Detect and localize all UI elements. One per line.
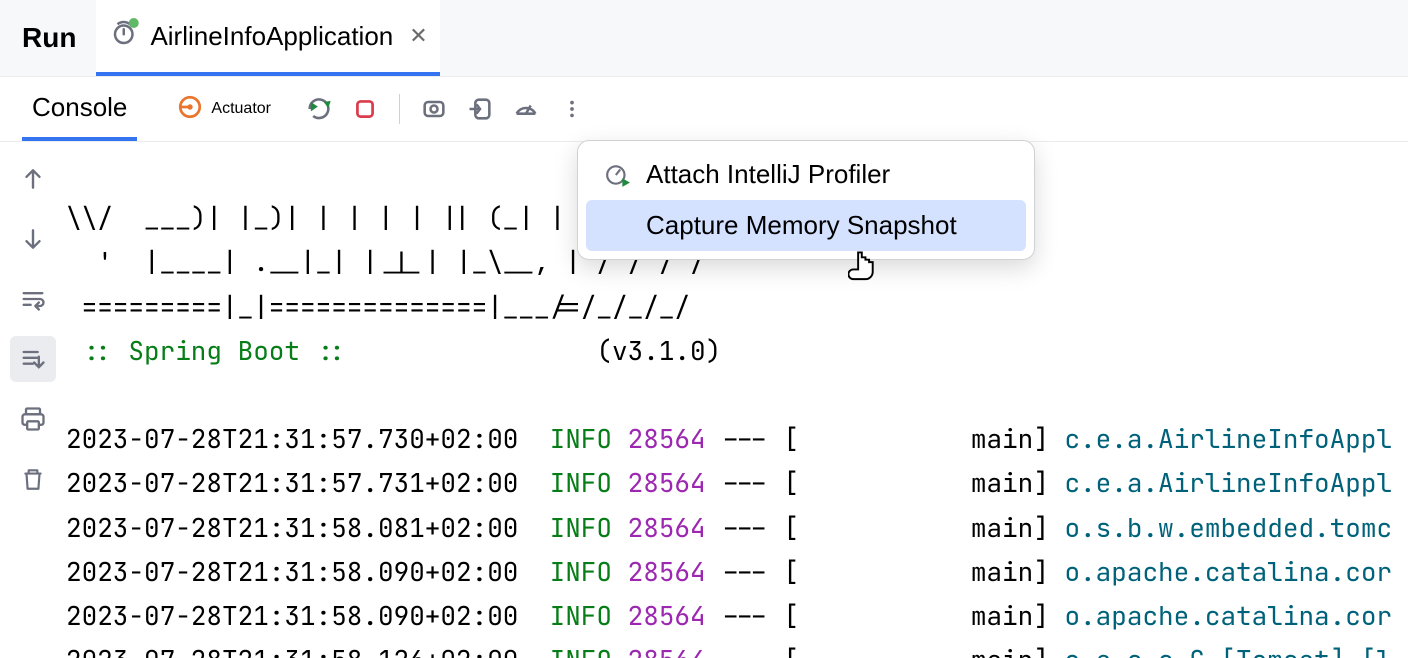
- clear-button[interactable]: [10, 456, 56, 502]
- profiler-popup: Attach IntelliJ Profiler Capture Memory …: [577, 140, 1035, 260]
- actuator-label: Actuator: [211, 100, 271, 118]
- attach-profiler-icon: [604, 162, 632, 188]
- tab-console[interactable]: Console: [22, 77, 137, 141]
- ascii-art-line: =========|_|==============|___/=/_/_/_/: [66, 289, 690, 324]
- spring-boot-label: :: Spring Boot ::: [66, 333, 347, 368]
- soft-wrap-button[interactable]: [10, 276, 56, 322]
- log-line: 2023-07-28T21:31:57.730+02:00 INFO 28564…: [66, 421, 1392, 456]
- exit-button[interactable]: [462, 91, 498, 127]
- top-bar: Run AirlineInfoApplication ✕: [0, 0, 1408, 77]
- capture-memory-item[interactable]: Capture Memory Snapshot: [586, 200, 1026, 251]
- thread-dump-button[interactable]: [416, 91, 452, 127]
- spring-boot-version: (v3.1.0): [596, 333, 721, 368]
- log-line: 2023-07-28T21:31:57.731+02:00 INFO 28564…: [66, 465, 1392, 500]
- scroll-up-button[interactable]: [10, 156, 56, 202]
- actuator-icon: [177, 94, 203, 125]
- scroll-down-button[interactable]: [10, 216, 56, 262]
- more-options-button[interactable]: [554, 91, 590, 127]
- stop-button[interactable]: [347, 91, 383, 127]
- close-tab-icon[interactable]: ✕: [409, 23, 427, 49]
- scroll-to-end-button[interactable]: [10, 336, 56, 382]
- log-line: 2023-07-28T21:31:58.090+02:00 INFO 28564…: [66, 598, 1392, 633]
- attach-profiler-label: Attach IntelliJ Profiler: [646, 159, 890, 190]
- run-tool-label: Run: [0, 0, 96, 76]
- run-config-name: AirlineInfoApplication: [150, 21, 393, 52]
- log-line: 2023-07-28T21:31:58.090+02:00 INFO 28564…: [66, 554, 1392, 589]
- run-config-tab[interactable]: AirlineInfoApplication ✕: [96, 0, 439, 76]
- tab-actuator[interactable]: Actuator: [177, 94, 271, 125]
- rerun-button[interactable]: [301, 91, 337, 127]
- run-config-icon: [110, 18, 140, 55]
- pointer-cursor-icon: [848, 250, 878, 289]
- profiler-button[interactable]: [508, 91, 544, 127]
- toolbar-divider: [399, 94, 400, 124]
- left-rail: [0, 142, 66, 658]
- attach-profiler-item[interactable]: Attach IntelliJ Profiler: [586, 149, 1026, 200]
- log-line: 2023-07-28T21:31:58.081+02:00 INFO 28564…: [66, 510, 1392, 545]
- print-button[interactable]: [10, 396, 56, 442]
- capture-memory-label: Capture Memory Snapshot: [646, 210, 957, 241]
- sub-bar: Console Actuator: [0, 77, 1408, 142]
